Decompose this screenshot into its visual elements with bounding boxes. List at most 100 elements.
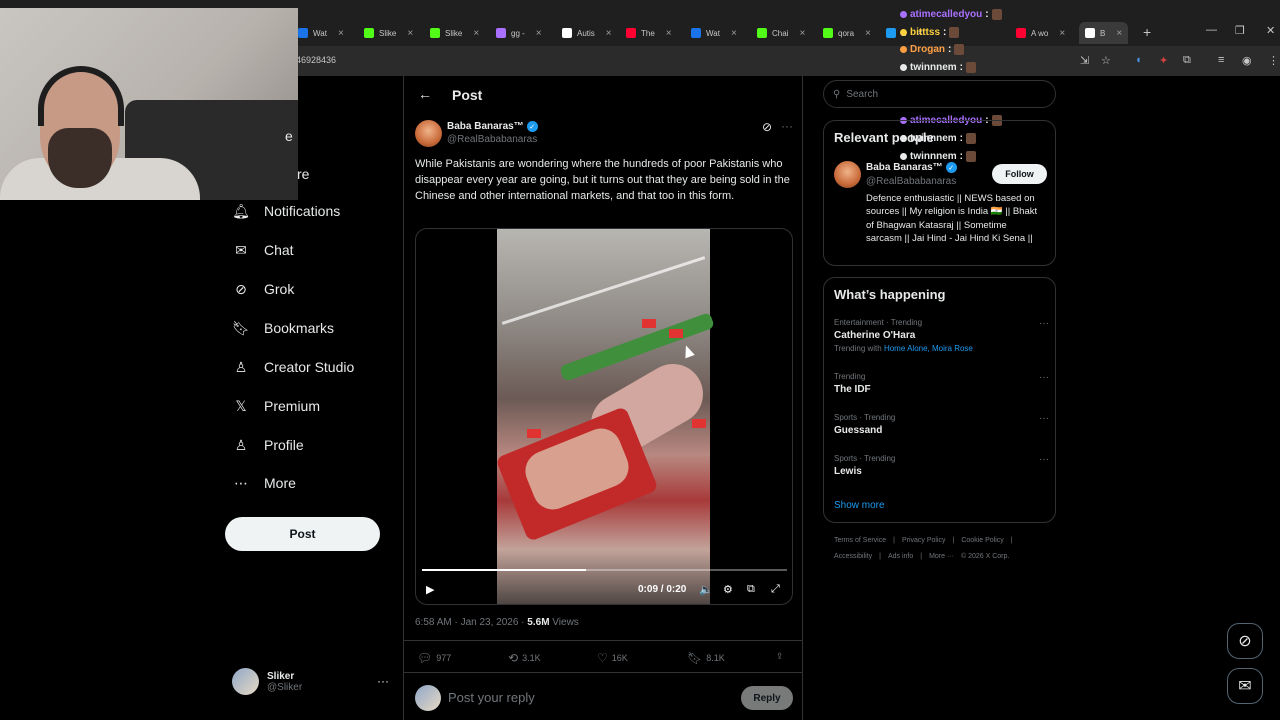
profile-icon[interactable]: ◉ (1242, 54, 1252, 67)
nav-partial-label[interactable]: e (285, 128, 293, 144)
nav-partial-label[interactable]: re (297, 166, 309, 182)
grok-icon[interactable]: ⊘ (762, 120, 772, 134)
relevant-avatar[interactable] (834, 161, 861, 188)
show-more-link[interactable]: Show more (834, 500, 885, 511)
grok-fab-icon[interactable]: ⊘ (1227, 623, 1263, 659)
settings-gear-icon[interactable]: ⚙ (723, 583, 733, 596)
extension-icon[interactable]: ◖ (1135, 54, 1142, 66)
puzzle-icon[interactable]: ⧉ (1183, 54, 1191, 67)
fullscreen-icon[interactable]: ⤢ (771, 583, 780, 596)
account-switcher[interactable]: Sliker @Sliker (232, 668, 302, 695)
author-avatar[interactable] (415, 120, 442, 147)
reply-input[interactable]: Post your reply (448, 690, 535, 705)
relevant-name-text[interactable]: Baba Banaras™ (866, 162, 943, 173)
trend-item[interactable]: Sports · Trending Guessand ··· (834, 413, 1049, 436)
star-icon[interactable]: ☆ (1101, 54, 1111, 67)
footer-link[interactable]: Accessibility (834, 553, 872, 560)
footer-link[interactable]: Cookie Policy (961, 537, 1003, 544)
trend-item[interactable]: Trending The IDF ··· (834, 372, 1049, 395)
author-name[interactable]: Baba Banaras™ ✓ (447, 121, 538, 132)
video-player[interactable]: ▶ 0:09 / 0:20 🔈 ⚙ ⧉ ⤢ (415, 228, 793, 605)
reply-button[interactable]: Reply (741, 686, 793, 710)
sidebar-item-grok[interactable]: ⊘ Grok (233, 281, 294, 298)
heart-icon[interactable]: ♡ (597, 651, 608, 665)
tab-close-icon[interactable]: × (338, 28, 344, 39)
repost-action[interactable]: ⟲ 3.1K (508, 651, 541, 665)
tab-close-icon[interactable]: × (407, 28, 413, 39)
maximize-button[interactable]: ❐ (1235, 24, 1245, 37)
footer-link[interactable]: Terms of Service (834, 537, 886, 544)
menu-icon[interactable]: ⋮ (1268, 54, 1279, 67)
sidebar-item-more[interactable]: ⋯ More (233, 475, 296, 492)
search-input[interactable]: ⚲ Search (823, 80, 1056, 108)
new-tab-button[interactable]: + (1143, 24, 1151, 40)
trend-more-icon[interactable]: ··· (1039, 413, 1049, 424)
browser-tab[interactable]: Autis × (562, 24, 612, 42)
browser-tab[interactable]: A wo × (1016, 24, 1065, 42)
sidebar-item-premium[interactable]: 𝕏 Premium (233, 398, 320, 415)
browser-tab[interactable]: Wat × (298, 24, 344, 42)
reply-action[interactable]: 💬︎ 977 (417, 651, 451, 665)
post-more-icon[interactable]: ··· (781, 119, 793, 133)
install-icon[interactable]: ⇲ (1080, 54, 1089, 67)
browser-tab[interactable]: The × (626, 24, 672, 42)
tab-close-icon[interactable]: × (536, 28, 542, 39)
pip-icon[interactable]: ⧉ (747, 583, 755, 596)
tab-close-icon[interactable]: × (865, 28, 871, 39)
footer-link[interactable]: More ··· (929, 553, 954, 560)
trend-more-icon[interactable]: ··· (1039, 318, 1049, 329)
footer-link[interactable]: © 2026 X Corp. (961, 553, 1009, 560)
messages-fab-icon[interactable]: ✉ (1227, 668, 1263, 704)
relevant-handle[interactable]: @RealBababanaras (866, 176, 956, 187)
footer-link[interactable]: Ads info (888, 553, 913, 560)
volume-icon[interactable]: 🔈 (699, 583, 713, 596)
url-text[interactable]: 46928436 (296, 55, 336, 65)
video-frame[interactable] (495, 229, 715, 604)
tab-close-icon[interactable]: × (1059, 28, 1065, 39)
sidebar-item-creator-studio[interactable]: ♙ Creator Studio (233, 359, 355, 376)
tab-close-icon[interactable]: × (731, 28, 737, 39)
bookmark-action[interactable]: 🔖︎ 8.1K (687, 651, 725, 665)
author-handle[interactable]: @RealBababanaras (447, 134, 537, 145)
browser-tab[interactable]: B × (1079, 22, 1129, 44)
trend-more-icon[interactable]: ··· (1039, 454, 1049, 465)
tab-close-icon[interactable]: × (473, 28, 479, 39)
tab-close-icon[interactable]: × (799, 28, 805, 39)
browser-tab[interactable]: Slike × (364, 24, 413, 42)
browser-tab[interactable]: Slike × (430, 24, 479, 42)
repost-icon[interactable]: ⟲ (508, 651, 518, 665)
browser-tab[interactable]: qora × (823, 24, 871, 42)
tab-close-icon[interactable]: × (666, 28, 672, 39)
reply-icon[interactable]: 💬︎ (417, 651, 432, 665)
account-more-icon[interactable]: ··· (377, 674, 389, 688)
tab-close-icon[interactable]: × (606, 28, 612, 39)
close-window-button[interactable]: ✕ (1266, 24, 1275, 37)
sidebar-item-notifications[interactable]: 🔔︎ Notifications (232, 203, 340, 220)
trend-more-icon[interactable]: ··· (1039, 372, 1049, 383)
trend-item[interactable]: Sports · Trending Lewis ··· (834, 454, 1049, 477)
media-icon[interactable]: ≡ (1218, 54, 1224, 66)
sidebar-item-profile[interactable]: ♙ Profile (233, 437, 304, 454)
sidebar-item-chat[interactable]: ✉ Chat (233, 242, 293, 259)
play-icon[interactable]: ▶ (426, 583, 434, 596)
minimize-button[interactable]: — (1206, 24, 1217, 36)
author-name-text[interactable]: Baba Banaras™ (447, 121, 524, 132)
browser-tab[interactable]: Wat × (691, 24, 737, 42)
browser-tab[interactable]: Chai × (757, 24, 805, 42)
tab-close-icon[interactable]: × (1116, 28, 1122, 39)
browser-tab[interactable]: gg - × (496, 24, 542, 42)
trend-with-links[interactable]: Home Alone, Moira Rose (884, 344, 973, 353)
back-arrow-icon[interactable]: ← (418, 86, 432, 102)
relevant-name[interactable]: Baba Banaras™ ✓ (866, 162, 957, 173)
trend-item[interactable]: Entertainment · Trending Catherine O'Hara… (834, 318, 1049, 353)
footer-link[interactable]: Privacy Policy (902, 537, 946, 544)
bookmark-icon[interactable]: 🔖︎ (687, 651, 702, 665)
sidebar-item-bookmarks[interactable]: 🔖︎ Bookmarks (232, 320, 334, 337)
post-button[interactable]: Post (225, 517, 380, 551)
extension-icon[interactable]: ✦ (1159, 54, 1168, 67)
like-action[interactable]: ♡ 16K (597, 651, 628, 665)
share-icon[interactable]: ⇪ (776, 651, 784, 662)
post-time[interactable]: 6:58 AM · Jan 23, 2026 · (415, 617, 527, 628)
video-progress-bar[interactable] (422, 569, 787, 571)
follow-button[interactable]: Follow (992, 164, 1047, 184)
